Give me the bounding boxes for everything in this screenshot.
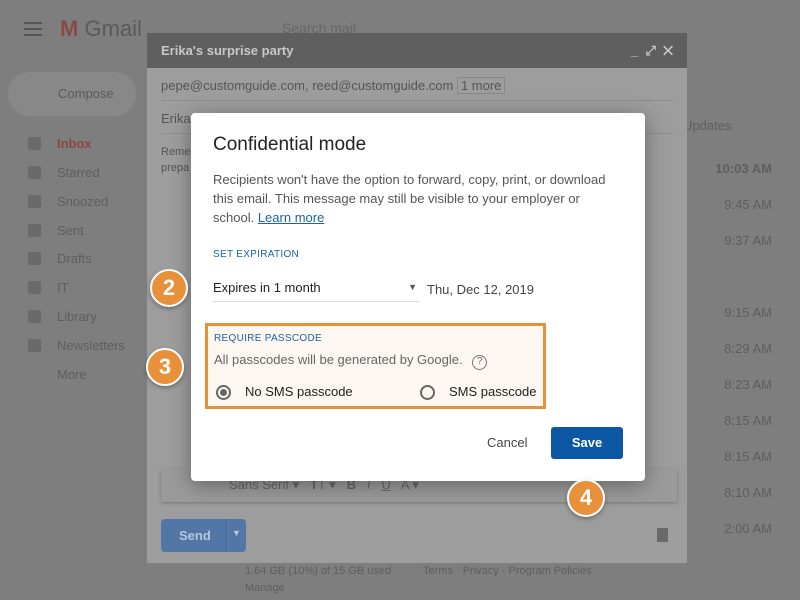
expiry-dropdown[interactable]: Expires in 1 month ▼ bbox=[213, 280, 419, 302]
cancel-button[interactable]: Cancel bbox=[487, 435, 527, 450]
email-time: 9:15 AM bbox=[724, 305, 772, 320]
callout-4: 4 bbox=[567, 479, 605, 517]
save-button[interactable]: Save bbox=[551, 427, 623, 459]
no-sms-radio[interactable]: No SMS passcode bbox=[216, 384, 353, 401]
expiry-date: Thu, Dec 12, 2019 bbox=[427, 282, 534, 297]
more-recipients[interactable]: 1 more bbox=[456, 77, 506, 94]
recipients-field[interactable]: pepe@customguide.com, reed@customguide.c… bbox=[161, 68, 673, 101]
sidebar-item-starred[interactable]: Starred bbox=[28, 165, 100, 180]
sidebar-item-newsletters[interactable]: Newsletters bbox=[28, 338, 125, 353]
dialog-description: Recipients won't have the option to forw… bbox=[213, 172, 606, 225]
sidebar-item-inbox[interactable]: Inbox bbox=[28, 136, 92, 151]
window-controls-icon[interactable]: _ ⤢ ✕ bbox=[631, 43, 673, 58]
email-time: 8:15 AM bbox=[724, 413, 772, 428]
email-time: 9:37 AM bbox=[724, 233, 772, 248]
compose-header: Erika's surprise party _ ⤢ ✕ bbox=[147, 33, 687, 68]
storage-text: 1.64 GB (10%) of 15 GB used bbox=[245, 565, 392, 577]
sidebar-item-more[interactable]: More bbox=[28, 367, 87, 382]
radio-unselected-icon bbox=[420, 385, 435, 401]
menu-icon[interactable] bbox=[24, 22, 42, 36]
dialog-title: Confidential mode bbox=[213, 134, 367, 155]
compose-title: Erika's surprise party bbox=[161, 43, 294, 58]
gmail-logo: M Gmail bbox=[60, 16, 142, 41]
email-time: 8:10 AM bbox=[724, 485, 772, 500]
email-time: 2:00 AM bbox=[724, 521, 772, 536]
require-passcode-label: REQUIRE PASSCODE bbox=[214, 333, 322, 344]
sidebar-item-it[interactable]: IT bbox=[28, 280, 69, 295]
email-time: 8:15 AM bbox=[724, 449, 772, 464]
passcode-info: All passcodes will be generated by Googl… bbox=[214, 352, 488, 370]
confidential-mode-dialog: Confidential mode Recipients won't have … bbox=[191, 113, 645, 481]
radio-selected-icon bbox=[216, 385, 231, 401]
compose-button[interactable]: Compose bbox=[8, 72, 136, 116]
footer-links[interactable]: Terms · Privacy · Program Policies bbox=[423, 565, 592, 577]
sidebar-item-drafts[interactable]: Drafts bbox=[28, 251, 92, 266]
email-time: 8:23 AM bbox=[724, 377, 772, 392]
tab-updates[interactable]: Updates bbox=[683, 118, 731, 133]
passcode-section: REQUIRE PASSCODE All passcodes will be g… bbox=[205, 323, 546, 409]
send-button[interactable]: Send ▼ bbox=[161, 519, 246, 552]
callout-3: 3 bbox=[146, 348, 184, 386]
sidebar-item-sent[interactable]: Sent bbox=[28, 223, 84, 238]
email-time: 10:03 AM bbox=[715, 161, 772, 176]
email-time: 9:45 AM bbox=[724, 197, 772, 212]
manage-link[interactable]: Manage bbox=[245, 582, 285, 594]
help-icon[interactable]: ? bbox=[472, 355, 488, 370]
callout-2: 2 bbox=[150, 269, 188, 307]
email-time: 8:29 AM bbox=[724, 341, 772, 356]
dropdown-arrow-icon: ▼ bbox=[408, 282, 417, 292]
sms-radio[interactable]: SMS passcode bbox=[420, 384, 536, 401]
set-expiration-label: SET EXPIRATION bbox=[213, 249, 300, 260]
sidebar-item-library[interactable]: Library bbox=[28, 309, 97, 324]
sidebar-item-snoozed[interactable]: Snoozed bbox=[28, 194, 108, 209]
trash-icon[interactable] bbox=[657, 528, 668, 542]
learn-more-link[interactable]: Learn more bbox=[258, 210, 324, 225]
